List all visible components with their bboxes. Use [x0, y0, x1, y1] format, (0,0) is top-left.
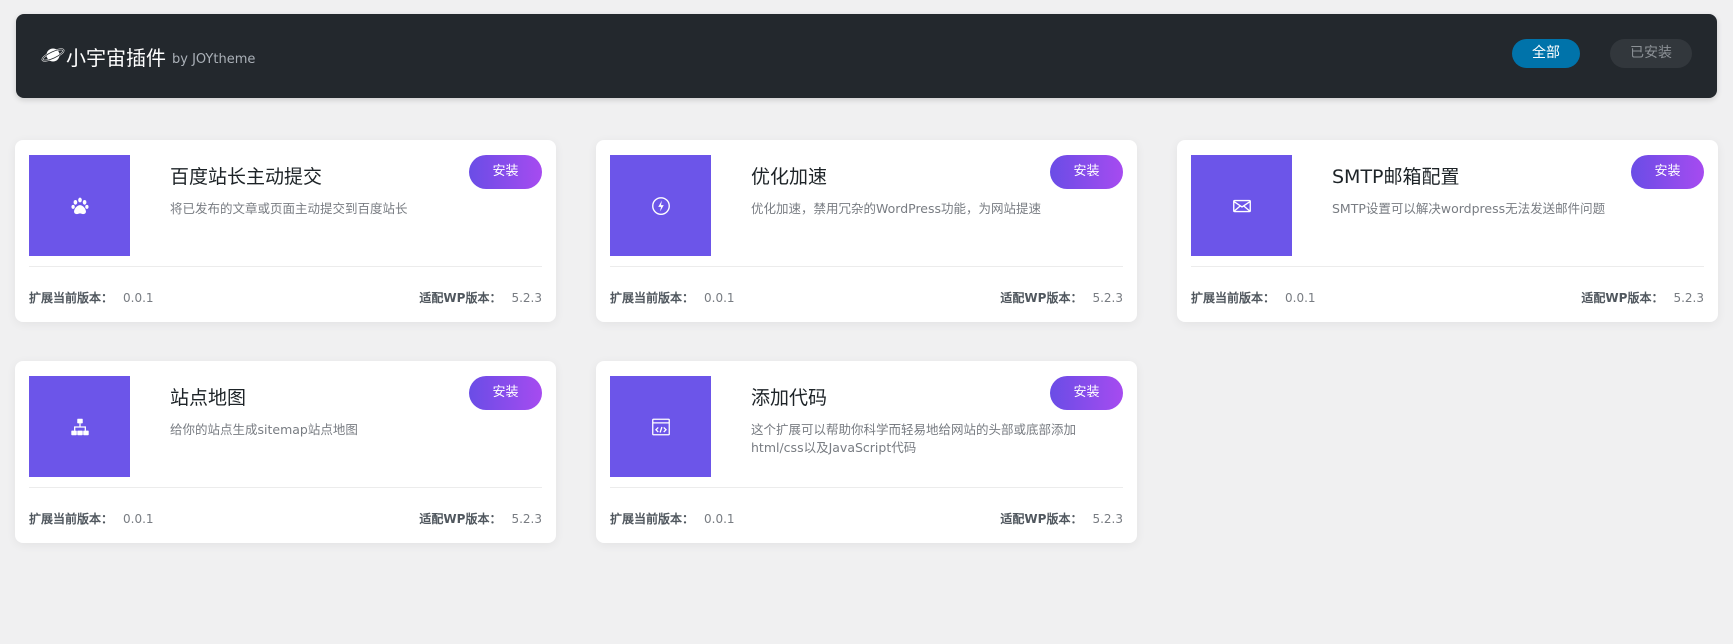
- plugin-title: SMTP邮箱配置: [1332, 166, 1460, 188]
- filter-installed-button[interactable]: 已安装: [1610, 39, 1692, 68]
- wp-version-value: 5.2.3: [511, 512, 542, 526]
- wp-version: 适配WP版本： 5.2.3: [1000, 289, 1123, 306]
- current-version-label: 扩展当前版本：: [29, 512, 114, 526]
- card-divider: [29, 266, 542, 267]
- current-version-value: 0.0.1: [704, 291, 735, 305]
- current-version-label: 扩展当前版本：: [1191, 291, 1276, 305]
- plugin-title: 百度站长主动提交: [170, 166, 323, 188]
- plugin-thumb: [29, 155, 130, 256]
- card-divider: [610, 487, 1123, 488]
- wp-version: 适配WP版本： 5.2.3: [1581, 289, 1704, 306]
- current-version-label: 扩展当前版本：: [29, 291, 114, 305]
- card-divider: [1191, 266, 1704, 267]
- current-version-label: 扩展当前版本：: [610, 512, 695, 526]
- plugin-card-baidu: 百度站长主动提交 将已发布的文章或页面主动提交到百度站长 安装 扩展当前版本： 0…: [15, 140, 556, 322]
- code-window-icon: [651, 418, 670, 435]
- wp-version-value: 5.2.3: [1092, 291, 1123, 305]
- install-button[interactable]: 安装: [469, 376, 542, 410]
- plugin-card-sitemap: 站点地图 给你的站点生成sitemap站点地图 安装 扩展当前版本： 0.0.1 …: [15, 361, 556, 543]
- current-version-value: 0.0.1: [1285, 291, 1316, 305]
- plugin-description: SMTP设置可以解决wordpress无法发送邮件问题: [1332, 201, 1606, 216]
- install-button[interactable]: 安装: [469, 155, 542, 189]
- paw-icon: [70, 197, 89, 214]
- plugin-title: 添加代码: [751, 387, 828, 409]
- plugin-header: 小宇宙插件 by JOYtheme 全部 已安装: [16, 14, 1717, 98]
- current-version: 扩展当前版本： 0.0.1: [610, 510, 735, 527]
- current-version-value: 0.0.1: [704, 512, 735, 526]
- wp-version-label: 适配WP版本：: [1000, 291, 1083, 305]
- envelope-icon: [1232, 199, 1251, 212]
- wp-version-value: 5.2.3: [1673, 291, 1704, 305]
- filter-all-button[interactable]: 全部: [1512, 39, 1580, 68]
- current-version-value: 0.0.1: [123, 291, 154, 305]
- wp-version-label: 适配WP版本：: [1000, 512, 1083, 526]
- plugin-thumb: [29, 376, 130, 477]
- wp-version-value: 5.2.3: [1092, 512, 1123, 526]
- plugin-title: 优化加速: [751, 166, 828, 188]
- wp-version-label: 适配WP版本：: [1581, 291, 1664, 305]
- current-version-value: 0.0.1: [123, 512, 154, 526]
- current-version-label: 扩展当前版本：: [610, 291, 695, 305]
- brand: 小宇宙插件 by JOYtheme: [41, 14, 255, 98]
- plugin-card-code: 添加代码 这个扩展可以帮助你科学而轻易地给网站的头部或底部添加html/css以…: [596, 361, 1137, 543]
- plugin-description: 这个扩展可以帮助你科学而轻易地给网站的头部或底部添加html/css以及Java…: [751, 422, 1077, 455]
- plugin-thumb: [1191, 155, 1292, 256]
- plugin-card-smtp: SMTP邮箱配置 SMTP设置可以解决wordpress无法发送邮件问题 安装 …: [1177, 140, 1718, 322]
- wp-version-label: 适配WP版本：: [419, 291, 502, 305]
- current-version: 扩展当前版本： 0.0.1: [1191, 289, 1316, 306]
- wp-version: 适配WP版本： 5.2.3: [1000, 510, 1123, 527]
- wp-version-label: 适配WP版本：: [419, 512, 502, 526]
- plugin-thumb: [610, 155, 711, 256]
- current-version: 扩展当前版本： 0.0.1: [29, 510, 154, 527]
- plugin-description: 给你的站点生成sitemap站点地图: [170, 422, 358, 437]
- plugin-description: 将已发布的文章或页面主动提交到百度站长: [170, 201, 408, 216]
- wp-version: 适配WP版本： 5.2.3: [419, 510, 542, 527]
- app-title: 小宇宙插件: [66, 45, 166, 70]
- bolt-icon: [651, 196, 670, 215]
- current-version: 扩展当前版本： 0.0.1: [29, 289, 154, 306]
- sitemap-icon: [70, 418, 89, 435]
- plugin-thumb: [610, 376, 711, 477]
- install-button[interactable]: 安装: [1631, 155, 1704, 189]
- install-button[interactable]: 安装: [1050, 376, 1123, 410]
- wp-version: 适配WP版本： 5.2.3: [419, 289, 542, 306]
- planet-icon: [41, 48, 65, 62]
- plugin-description: 优化加速，禁用冗杂的WordPress功能，为网站提速: [751, 201, 1042, 216]
- wp-version-value: 5.2.3: [511, 291, 542, 305]
- current-version: 扩展当前版本： 0.0.1: [610, 289, 735, 306]
- install-button[interactable]: 安装: [1050, 155, 1123, 189]
- card-divider: [610, 266, 1123, 267]
- plugin-card-optimize: 优化加速 优化加速，禁用冗杂的WordPress功能，为网站提速 安装 扩展当前…: [596, 140, 1137, 322]
- card-divider: [29, 487, 542, 488]
- app-author: by JOYtheme: [172, 51, 256, 67]
- plugin-title: 站点地图: [170, 387, 247, 409]
